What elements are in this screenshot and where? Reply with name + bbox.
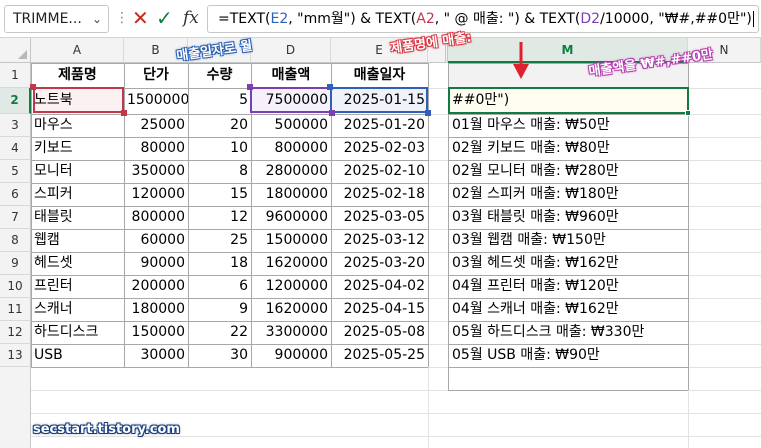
cell-sales[interactable]: 1200000 — [251, 275, 331, 298]
cell-sales[interactable]: 800000 — [251, 137, 331, 160]
cell-date[interactable]: 2025-05-25 — [331, 344, 428, 367]
cell-qty[interactable]: 10 — [188, 137, 251, 160]
cell-sales[interactable]: 1620000 — [251, 252, 331, 275]
cell-date[interactable]: 2025-01-20 — [331, 114, 428, 137]
header-price[interactable]: 단가 — [124, 63, 188, 88]
cell-m[interactable]: 01월 마우스 매출: ₩50만 — [448, 114, 688, 137]
cell-name[interactable]: 키보드 — [31, 137, 124, 160]
cell-name[interactable]: 태블릿 — [31, 206, 124, 229]
cell-date[interactable]: 2025-03-05 — [331, 206, 428, 229]
cell-price[interactable]: 150000 — [124, 321, 188, 344]
cell-name[interactable]: 스캐너 — [31, 298, 124, 321]
cell-qty[interactable]: 22 — [188, 321, 251, 344]
cell-qty[interactable]: 18 — [188, 252, 251, 275]
cell-sales[interactable]: 1620000 — [251, 298, 331, 321]
header-qty[interactable]: 수량 — [188, 63, 251, 88]
header-date[interactable]: 매출일자 — [331, 63, 428, 88]
cell-qty[interactable]: 8 — [188, 160, 251, 183]
cell-date[interactable]: 2025-01-15 — [331, 88, 428, 114]
cell-m[interactable]: 03월 태블릿 매출: ₩960만 — [448, 206, 688, 229]
cell-date[interactable]: 2025-05-08 — [331, 321, 428, 344]
cell-date[interactable]: 2025-04-02 — [331, 275, 428, 298]
cell-name[interactable]: 하드디스크 — [31, 321, 124, 344]
cell-price[interactable]: 1500000 — [124, 88, 188, 114]
cell-qty[interactable]: 6 — [188, 275, 251, 298]
watermark: secstart.tistory.com — [33, 422, 180, 437]
cell-name[interactable]: 헤드셋 — [31, 252, 124, 275]
cell-price[interactable]: 30000 — [124, 344, 188, 367]
cell-m[interactable]: 03월 웹캠 매출: ₩150만 — [448, 229, 688, 252]
cell-sales[interactable]: 900000 — [251, 344, 331, 367]
cell-name[interactable]: 마우스 — [31, 114, 124, 137]
cell-date[interactable]: 2025-03-20 — [331, 252, 428, 275]
cell-date[interactable]: 2025-03-12 — [331, 229, 428, 252]
cell-price[interactable]: 800000 — [124, 206, 188, 229]
cell-date[interactable]: 2025-02-18 — [331, 183, 428, 206]
cell-date[interactable]: 2025-02-03 — [331, 137, 428, 160]
cell-qty[interactable]: 20 — [188, 114, 251, 137]
cell-sales[interactable]: 2800000 — [251, 160, 331, 183]
cell-qty[interactable]: 12 — [188, 206, 251, 229]
cell-sales[interactable]: 1800000 — [251, 183, 331, 206]
cell-name[interactable]: 스피커 — [31, 183, 124, 206]
cell-price[interactable]: 350000 — [124, 160, 188, 183]
cell-sales[interactable]: 3300000 — [251, 321, 331, 344]
cell-m[interactable]: ##0만") — [448, 88, 688, 114]
cell-price[interactable]: 25000 — [124, 114, 188, 137]
cell-name[interactable]: 프린터 — [31, 275, 124, 298]
arrow-down-icon — [513, 42, 529, 79]
cell-m[interactable]: 02월 모니터 매출: ₩280만 — [448, 160, 688, 183]
cell-date[interactable]: 2025-02-10 — [331, 160, 428, 183]
cell-name[interactable]: 웹캠 — [31, 229, 124, 252]
header-product[interactable]: 제품명 — [31, 63, 124, 88]
cell-m[interactable]: 05월 하드디스크 매출: ₩330만 — [448, 321, 688, 344]
cell-price[interactable]: 80000 — [124, 137, 188, 160]
cell-m[interactable]: 05월 USB 매출: ₩90만 — [448, 344, 688, 367]
cell-qty[interactable]: 5 — [188, 88, 251, 114]
cell-price[interactable]: 120000 — [124, 183, 188, 206]
cell-name[interactable]: USB — [31, 344, 124, 367]
cell-m[interactable]: 03월 헤드셋 매출: ₩162만 — [448, 252, 688, 275]
cell-qty[interactable]: 25 — [188, 229, 251, 252]
header-sales[interactable]: 매출액 — [251, 63, 331, 88]
cell-price[interactable]: 60000 — [124, 229, 188, 252]
cell-m[interactable]: 04월 스캐너 매출: ₩162만 — [448, 298, 688, 321]
cell-sales[interactable]: 500000 — [251, 114, 331, 137]
cell-sales[interactable]: 9600000 — [251, 206, 331, 229]
cell-sales[interactable]: 7500000 — [251, 88, 331, 114]
cell-sales[interactable]: 1500000 — [251, 229, 331, 252]
cell-price[interactable]: 90000 — [124, 252, 188, 275]
cell-m[interactable]: 04월 프린터 매출: ₩120만 — [448, 275, 688, 298]
cell-price[interactable]: 180000 — [124, 298, 188, 321]
cell-date[interactable]: 2025-04-15 — [331, 298, 428, 321]
cell-name[interactable]: 모니터 — [31, 160, 124, 183]
cell-qty[interactable]: 30 — [188, 344, 251, 367]
cell-m[interactable]: 02월 키보드 매출: ₩80만 — [448, 137, 688, 160]
cell-name[interactable]: 노트북 — [31, 88, 124, 114]
cell-m[interactable]: 02월 스피커 매출: ₩180만 — [448, 183, 688, 206]
cell-qty[interactable]: 9 — [188, 298, 251, 321]
cell-price[interactable]: 200000 — [124, 275, 188, 298]
cell-qty[interactable]: 15 — [188, 183, 251, 206]
